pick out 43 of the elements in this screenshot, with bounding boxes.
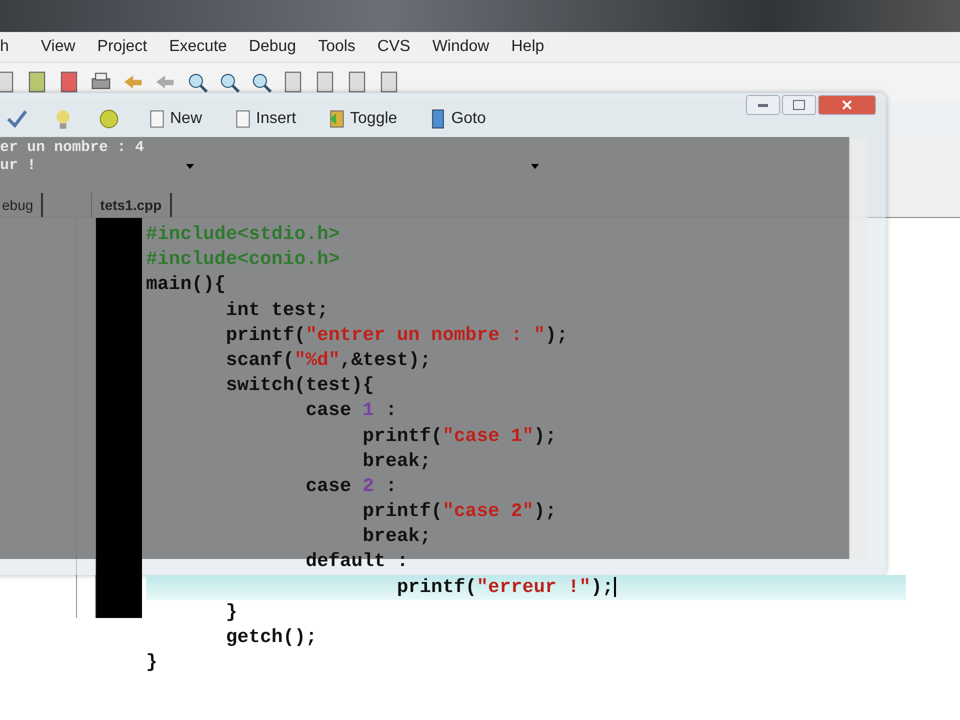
code-line: #include<stdio.h> [146, 222, 341, 247]
caret-icon[interactable] [531, 164, 539, 168]
code-line: switch(test){ [224, 373, 376, 398]
code-line: break; [362, 524, 432, 550]
code-line: main(){ [146, 272, 227, 298]
caret-icon[interactable] [186, 164, 194, 168]
code-line: } [224, 600, 238, 625]
console-output-line: ur ! [0, 157, 36, 175]
text-cursor [614, 577, 616, 598]
close-button[interactable] [818, 95, 876, 115]
scrollbar[interactable] [849, 137, 868, 559]
code-line: case 2 : [304, 474, 398, 499]
toolbar-button[interactable]: Goto [423, 108, 492, 130]
code-line: printf("case 2"); [362, 499, 558, 524]
toggle-icon [328, 108, 346, 130]
menu-item[interactable]: View [30, 38, 86, 56]
insert-icon [234, 108, 252, 130]
menu-item[interactable]: Window [421, 38, 500, 56]
toolbar-button[interactable]: New [142, 108, 208, 130]
menu-item[interactable]: Tools [307, 38, 366, 56]
code-line: printf("entrer un nombre : "); [224, 322, 569, 348]
code-line: #include<conio.h> [146, 247, 341, 272]
menu-item[interactable]: Help [500, 38, 556, 56]
menu-item[interactable]: Execute [158, 38, 238, 56]
minimize-button[interactable] [746, 95, 780, 115]
menu-item[interactable]: h [0, 38, 20, 56]
console-output-line: er un nombre : 4 [0, 139, 144, 157]
code-line: printf("case 1"); [362, 424, 558, 448]
code-line: getch(); [224, 625, 318, 650]
menu-item[interactable]: Debug [238, 38, 308, 56]
code-line: case 1 : [304, 398, 398, 424]
toolbar-button[interactable]: Insert [228, 108, 302, 130]
code-line: int test; [224, 298, 330, 323]
maximize-button[interactable] [782, 95, 816, 115]
menu-item[interactable]: Project [86, 38, 158, 56]
code-line: break; [362, 448, 432, 474]
toolbar-button[interactable]: Toggle [322, 108, 404, 130]
page-icon [148, 108, 166, 130]
code-line: } [146, 650, 158, 676]
close-icon [842, 100, 852, 110]
menu-item[interactable]: CVS [366, 38, 422, 56]
code-line: scanf("%d",&test); [224, 348, 432, 373]
code-line: default : [304, 549, 410, 574]
